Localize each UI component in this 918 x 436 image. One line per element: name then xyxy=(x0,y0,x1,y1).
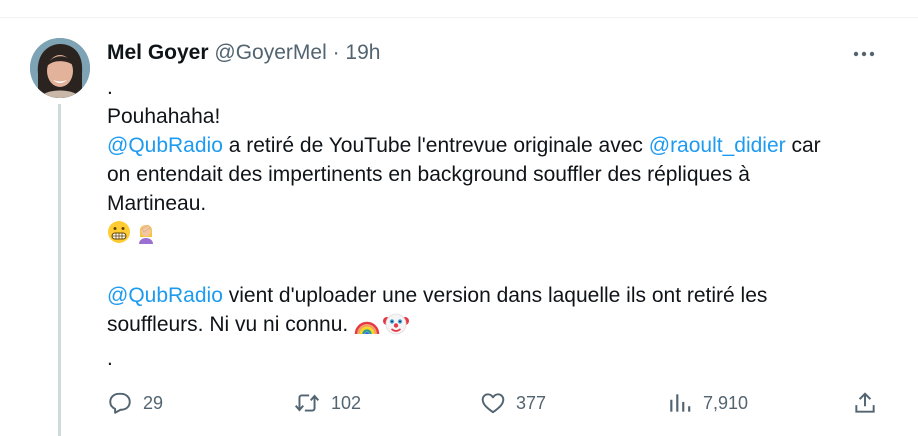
share-icon xyxy=(855,392,875,413)
retweet-icon xyxy=(294,394,320,412)
analytics-icon xyxy=(670,394,691,412)
text-line: @QubRadio a retiré de YouTube l'entrevue… xyxy=(107,134,821,157)
top-divider xyxy=(0,17,918,18)
text-line: souffleurs. Ni vu ni connu. xyxy=(107,310,867,344)
text-line: . xyxy=(107,347,113,370)
reply-button[interactable]: 29 xyxy=(107,388,163,418)
tweet-text: . Pouhahaha! @QubRadio a retiré de YouTu… xyxy=(107,73,867,373)
like-button[interactable]: 377 xyxy=(480,388,546,418)
reply-count: 29 xyxy=(143,392,164,413)
like-count: 377 xyxy=(516,392,547,413)
tweet-header: Mel Goyer @GoyerMel · 19h xyxy=(107,40,380,66)
clown-face-icon xyxy=(383,312,410,344)
reply-icon xyxy=(109,392,131,414)
share-button[interactable] xyxy=(852,388,888,418)
views-button[interactable]: 7,910 xyxy=(667,388,748,418)
thread-line xyxy=(58,104,61,436)
mention-link[interactable]: @raoult_didier xyxy=(649,134,786,157)
heart-icon xyxy=(481,393,505,414)
text-line: @QubRadio vient d'uploader une version d… xyxy=(107,284,768,307)
author-name[interactable]: Mel Goyer xyxy=(107,41,209,64)
mention-link[interactable]: @QubRadio xyxy=(107,284,223,307)
avatar[interactable] xyxy=(30,38,90,98)
author-handle[interactable]: @GoyerMel xyxy=(214,41,326,64)
text-line: on entendait des impertinents en backgro… xyxy=(107,163,750,186)
rainbow-icon xyxy=(354,312,380,344)
separator-dot: · xyxy=(332,41,340,64)
timestamp[interactable]: 19h xyxy=(345,41,380,64)
retweet-count: 102 xyxy=(331,392,362,413)
more-options-button[interactable] xyxy=(850,42,878,66)
views-count: 7,910 xyxy=(703,392,749,413)
text-line: Martineau. xyxy=(107,192,207,215)
grimacing-face-icon xyxy=(107,220,131,252)
retweet-button[interactable]: 102 xyxy=(293,388,361,418)
woman-facepalming-icon xyxy=(134,220,158,252)
mention-link[interactable]: @QubRadio xyxy=(107,134,223,157)
text-line: . xyxy=(107,76,113,99)
more-icon xyxy=(853,51,875,57)
emoji-line xyxy=(107,218,867,252)
text-line: Pouhahaha! xyxy=(107,105,221,128)
tweet-actions: 29 102 377 7,910 xyxy=(107,388,882,418)
